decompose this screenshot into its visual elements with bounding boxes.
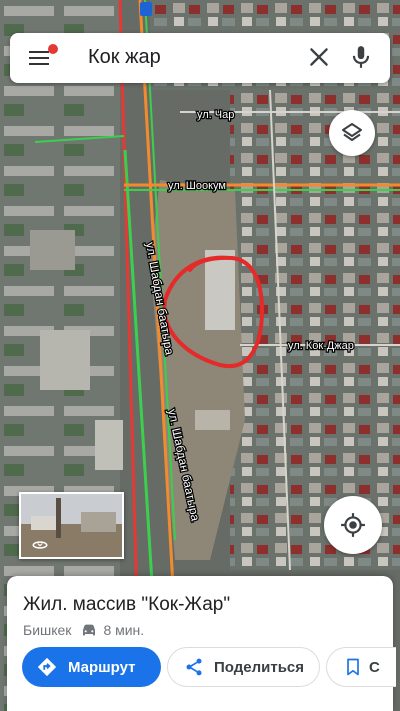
street-label-shookum: ул. Шоокум: [168, 180, 226, 192]
close-icon[interactable]: [306, 44, 332, 70]
place-subtitle: Бишкек 8 мин.: [23, 622, 144, 638]
route-button-label: Маршрут: [68, 658, 136, 676]
street-label-char: ул. Чар: [197, 109, 234, 121]
share-button[interactable]: Поделиться: [167, 647, 320, 687]
car-icon: [83, 624, 96, 636]
street-view-icon: [32, 541, 48, 549]
share-icon: [186, 658, 202, 676]
place-title: Жил. массив "Кок-Жар": [23, 594, 231, 615]
route-button[interactable]: Маршрут: [22, 647, 161, 687]
directions-icon: [37, 657, 57, 677]
place-city: Бишкек: [23, 622, 72, 638]
transit-icon: [140, 2, 152, 16]
street-view-thumbnail[interactable]: [19, 492, 124, 559]
search-bar[interactable]: Кок жар: [10, 33, 390, 83]
my-location-icon: [341, 513, 365, 537]
share-button-label: Поделиться: [214, 658, 305, 676]
menu-icon[interactable]: [28, 44, 58, 69]
place-bottom-sheet[interactable]: Жил. массив "Кок-Жар" Бишкек 8 мин. Марш…: [7, 576, 396, 711]
search-input[interactable]: Кок жар: [88, 46, 161, 69]
mic-icon[interactable]: [348, 44, 374, 70]
travel-time: 8 мин.: [103, 622, 145, 638]
bookmark-icon: [347, 658, 359, 676]
layers-button[interactable]: [329, 110, 375, 156]
save-button-label: С: [369, 658, 380, 676]
save-button[interactable]: С: [326, 647, 396, 687]
notification-dot: [48, 44, 58, 54]
layers-icon: [342, 123, 362, 141]
my-location-button[interactable]: [324, 496, 382, 554]
street-label-kok-djar: ул. Кок-Джар: [288, 340, 354, 352]
